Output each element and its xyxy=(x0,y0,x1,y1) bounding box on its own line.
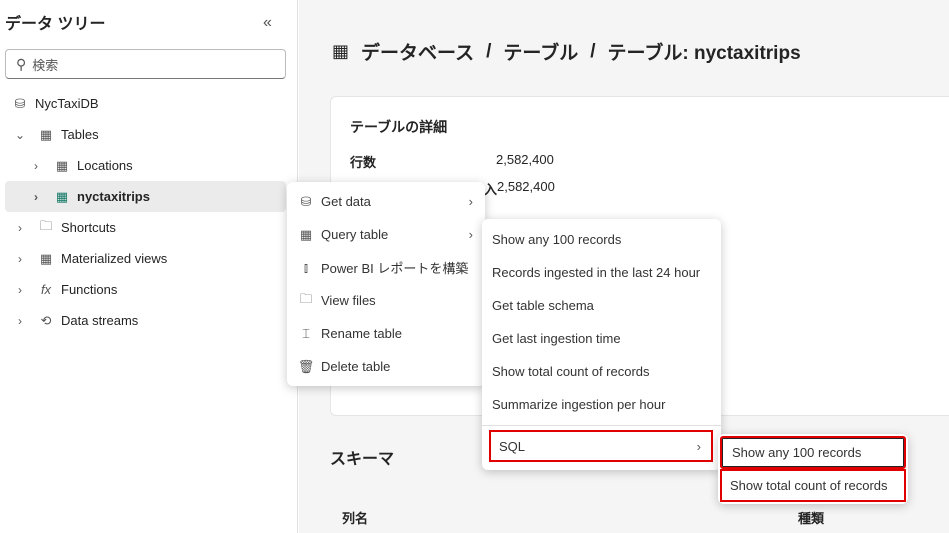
menu-query-table[interactable]: ▦ Query table › xyxy=(287,218,485,251)
shortcut-folder-icon: 🗀 xyxy=(39,217,53,233)
get-data-icon: ⛁ xyxy=(300,193,312,209)
tree-item-nyctaxitrips[interactable]: › ▦ nyctaxitrips xyxy=(5,181,286,212)
rename-icon: ⌶ xyxy=(302,325,310,341)
menu-sql-total-count[interactable]: Show total count of records xyxy=(720,469,906,502)
column-header-name: 列名 xyxy=(342,511,369,526)
tree-item-database[interactable]: ⛁ NycTaxiDB xyxy=(5,88,286,119)
breadcrumb-database[interactable]: データベース xyxy=(361,38,474,65)
table-icon: ▦ xyxy=(55,157,69,173)
materialized-view-icon: ▦ xyxy=(39,250,53,266)
tree-item-functions[interactable]: › fx Functions xyxy=(5,274,286,305)
search-input[interactable]: ⚲ 検索 xyxy=(5,49,286,79)
sql-submenu: Show any 100 records Show total count of… xyxy=(718,434,908,504)
menu-summarize-ingestion[interactable]: Summarize ingestion per hour xyxy=(482,388,721,421)
menu-get-data[interactable]: ⛁ Get data › xyxy=(287,185,485,218)
breadcrumb: ▦ データベース / テーブル / テーブル: nyctaxitrips xyxy=(332,38,801,65)
context-menu: ⛁ Get data › ▦ Query table › ⫾ Power BI レポートを… xyxy=(287,182,485,386)
chevron-down-icon[interactable]: ⌄ xyxy=(13,128,27,142)
chevron-right-icon[interactable]: › xyxy=(13,221,27,235)
menu-records-24h[interactable]: Records ingested in the last 24 hour xyxy=(482,256,721,289)
table-icon: ▦ xyxy=(55,188,69,204)
folder-icon: 🗀 xyxy=(299,290,313,306)
tables-icon: ▦ xyxy=(39,126,53,142)
chevron-right-icon[interactable]: › xyxy=(13,314,27,328)
chevron-right-icon[interactable]: › xyxy=(13,252,27,266)
tree-item-locations[interactable]: › ▦ Locations xyxy=(5,150,286,181)
menu-rename-table[interactable]: ⌶ Rename table xyxy=(287,317,485,350)
detail-row: 入 2,582,400 xyxy=(484,179,555,197)
trash-icon: 🗑 xyxy=(297,358,315,374)
data-tree-sidebar: データ ツリー « ⚲ 検索 ⛁ NycTaxiDB ⌄ ▦ Tables › ▦ Loca… xyxy=(0,0,298,533)
chevron-right-icon[interactable]: › xyxy=(29,159,43,173)
function-icon: fx xyxy=(40,282,52,297)
schema-title: スキーマ xyxy=(330,451,395,468)
breadcrumb-current: テーブル: nyctaxitrips xyxy=(607,43,801,64)
chevron-right-icon: › xyxy=(468,194,473,209)
table-icon: ▦ xyxy=(332,41,350,61)
chevron-right-icon: › xyxy=(468,227,473,242)
detail-row: 行数 2,582,400 xyxy=(350,152,554,170)
menu-show-100[interactable]: Show any 100 records xyxy=(482,223,721,256)
menu-total-count[interactable]: Show total count of records xyxy=(482,355,721,388)
query-table-icon: ▦ xyxy=(299,226,313,242)
tree-item-materialized-views[interactable]: › ▦ Materialized views xyxy=(5,243,286,274)
menu-divider xyxy=(482,425,721,426)
chevron-right-icon[interactable]: › xyxy=(13,283,27,297)
collapse-icon[interactable]: « xyxy=(263,14,272,32)
chevron-right-icon[interactable]: › xyxy=(29,190,43,204)
tree-item-data-streams[interactable]: › ⟲ Data streams xyxy=(5,305,286,336)
menu-table-schema[interactable]: Get table schema xyxy=(482,289,721,322)
menu-view-files[interactable]: 🗀 View files xyxy=(287,284,485,317)
tree-item-shortcuts[interactable]: › 🗀 Shortcuts xyxy=(5,212,286,243)
tree-item-tables[interactable]: ⌄ ▦ Tables xyxy=(5,119,286,150)
bar-chart-icon: ⫾ xyxy=(303,259,309,275)
column-header-type: 種類 xyxy=(798,511,825,526)
database-icon: ⛁ xyxy=(14,95,26,111)
menu-sql[interactable]: SQL › xyxy=(489,430,713,462)
details-title: テーブルの詳細 xyxy=(350,119,448,135)
data-stream-icon: ⟲ xyxy=(40,312,52,328)
chevron-right-icon: › xyxy=(696,438,701,454)
sidebar-title: データ ツリー xyxy=(5,16,106,33)
search-icon: ⚲ xyxy=(16,55,27,72)
query-table-submenu: Show any 100 records Records ingested in… xyxy=(482,219,721,470)
menu-sql-show-100[interactable]: Show any 100 records xyxy=(720,436,906,469)
menu-delete-table[interactable]: 🗑 Delete table xyxy=(287,350,485,383)
menu-last-ingestion[interactable]: Get last ingestion time xyxy=(482,322,721,355)
menu-power-bi[interactable]: ⫾ Power BI レポートを構築 xyxy=(287,251,485,284)
breadcrumb-tables[interactable]: テーブル xyxy=(503,38,578,65)
